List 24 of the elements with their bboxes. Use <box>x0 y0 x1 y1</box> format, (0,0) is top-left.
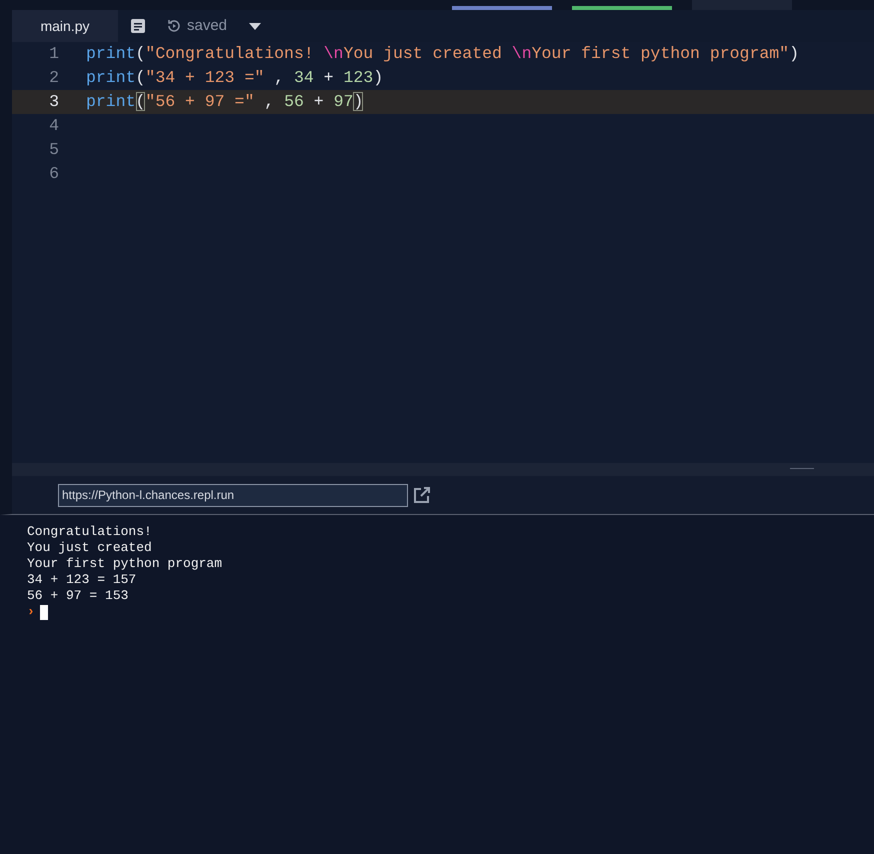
caret-down-icon[interactable] <box>249 22 262 30</box>
resize-handle[interactable] <box>790 468 814 469</box>
history-icon <box>166 18 182 34</box>
text-cursor <box>40 604 48 620</box>
line-number: 4 <box>48 114 60 137</box>
save-status: saved <box>187 16 228 36</box>
console-output-line: Your first python program <box>27 556 222 571</box>
line-number: 1 <box>48 42 60 65</box>
code-line: print("Congratulations! \nYou just created \nYour first python program") <box>86 42 799 65</box>
url-field[interactable]: https://Python-l.chances.repl.run <box>58 484 408 506</box>
code-line: print("56 + 97 =" , 56 + 97) <box>86 90 364 113</box>
console-prompt: › <box>27 604 35 620</box>
code-line: print("34 + 123 =" , 34 + 123) <box>86 66 384 89</box>
line-number: 6 <box>48 162 60 185</box>
console-output-line: You just created <box>27 540 152 555</box>
line-number: 5 <box>48 138 60 161</box>
external-link-icon[interactable] <box>413 486 431 504</box>
console-output-line: 56 + 97 = 153 <box>27 588 128 603</box>
line-number: 2 <box>48 66 60 89</box>
document-icon[interactable] <box>131 19 145 33</box>
console-output-line: 34 + 123 = 157 <box>27 572 136 587</box>
console-output-line: Congratulations! <box>27 524 152 539</box>
line-number: 3 <box>48 90 60 113</box>
file-tab[interactable]: main.py <box>12 10 118 42</box>
